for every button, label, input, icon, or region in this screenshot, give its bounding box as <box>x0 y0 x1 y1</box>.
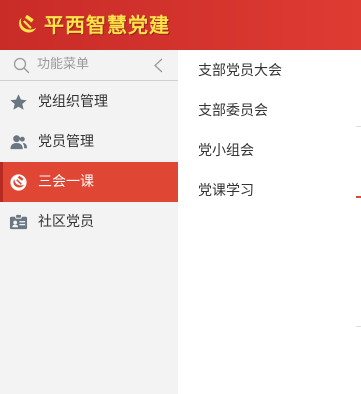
submenu-item-party-group-meeting[interactable]: 党小组会 <box>198 142 254 160</box>
sidebar-item-three-meetings[interactable]: 三会一课 <box>0 162 178 202</box>
app-header: 平西智慧党建 <box>0 0 361 50</box>
app-logo[interactable]: 平西智慧党建 <box>16 13 170 37</box>
sidebar: 功能菜单 党组织管理 党员管理 三会一课 社区党员 <box>0 50 178 394</box>
sidebar-menu: 党组织管理 党员管理 三会一课 社区党员 <box>0 82 178 242</box>
submenu-item-branch-committee[interactable]: 支部委员会 <box>198 102 268 120</box>
app-title: 平西智慧党建 <box>44 13 170 37</box>
hammer-sickle-icon <box>19 14 37 33</box>
menu-search[interactable]: 功能菜单 <box>0 50 178 81</box>
id-card-icon <box>9 213 28 230</box>
sidebar-item-label: 党组织管理 <box>38 94 108 110</box>
divider <box>356 196 361 198</box>
search-placeholder: 功能菜单 <box>37 57 90 72</box>
sidebar-item-party-org[interactable]: 党组织管理 <box>0 82 178 122</box>
sidebar-item-label: 三会一课 <box>38 174 94 190</box>
sidebar-item-label: 社区党员 <box>38 214 94 230</box>
submenu-item-branch-member-meeting[interactable]: 支部党员大会 <box>198 62 282 80</box>
divider <box>356 326 361 327</box>
star-icon <box>10 94 27 110</box>
party-emblem-icon <box>10 174 27 191</box>
sidebar-item-label: 党员管理 <box>38 134 94 150</box>
main-content-edge <box>356 50 361 394</box>
search-icon <box>13 57 30 74</box>
chevron-left-icon[interactable] <box>152 57 166 74</box>
sidebar-item-community-members[interactable]: 社区党员 <box>0 202 178 242</box>
sidebar-item-members[interactable]: 党员管理 <box>0 122 178 162</box>
users-icon <box>10 135 28 150</box>
submenu-item-party-lecture[interactable]: 党课学习 <box>198 182 254 200</box>
submenu: 支部党员大会 支部委员会 党小组会 党课学习 <box>178 50 360 394</box>
divider <box>356 126 361 127</box>
